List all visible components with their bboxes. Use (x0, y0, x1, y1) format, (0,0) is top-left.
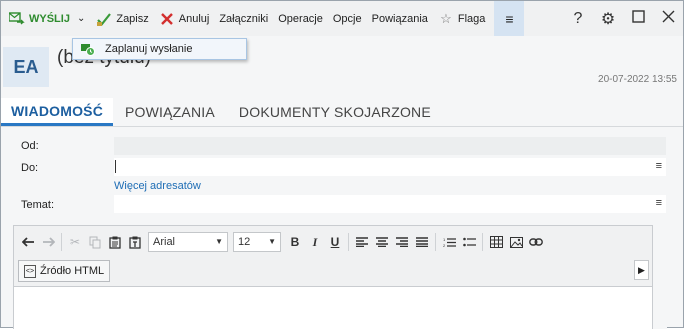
message-date: 20-07-2022 13:55 (598, 74, 677, 85)
star-icon: ☆ (440, 10, 452, 26)
schedule-send-menu-item[interactable]: Zaplanuj wysłanie (105, 43, 192, 55)
send-options-dropdown: Zaplanuj wysłanie (72, 38, 247, 60)
settings-button[interactable]: ⚙ (593, 1, 623, 36)
subject-field-menu-icon[interactable]: ≡ (656, 197, 662, 209)
compose-window: WYŚLIJ ⌄ Zapisz Anuluj Załączniki Operac… (0, 0, 684, 330)
paste-text-icon[interactable] (125, 232, 145, 252)
html-source-button[interactable]: <> Źródło HTML (18, 260, 111, 282)
font-size-select[interactable]: 12 ▼ (233, 232, 281, 252)
svg-text:2: 2 (443, 243, 446, 248)
tab-relations[interactable]: POWIĄZANIA (113, 98, 227, 126)
paste-icon[interactable] (105, 232, 125, 252)
more-recipients-link[interactable]: Więcej adresatów (114, 180, 201, 192)
subject-label: Temat: (21, 199, 55, 211)
from-field[interactable] (114, 137, 666, 155)
source-code-icon: <> (24, 264, 36, 278)
save-button[interactable]: Zapisz (91, 1, 153, 36)
align-left-icon[interactable] (352, 232, 372, 252)
send-button[interactable]: WYŚLIJ (1, 1, 75, 36)
attachments-label: Załączniki (219, 12, 269, 25)
svg-text:1: 1 (443, 237, 446, 242)
tab-bar: WIADOMOŚĆ POWIĄZANIA DOKUMENTY SKOJARZON… (1, 98, 683, 127)
play-icon: ▶ (638, 264, 645, 275)
text-caret (115, 160, 116, 173)
html-source-label: Źródło HTML (40, 265, 105, 277)
avatar: EA (3, 47, 49, 87)
operations-label: Operacje (278, 12, 323, 25)
redo-icon[interactable] (38, 232, 58, 252)
more-menu-button[interactable]: ≡ (494, 1, 525, 36)
to-field-menu-icon[interactable]: ≡ (656, 160, 662, 172)
font-family-value: Arial (153, 236, 176, 248)
to-field[interactable]: ≡ (114, 158, 666, 176)
underline-button[interactable]: U (325, 232, 345, 252)
gear-icon: ⚙ (600, 10, 616, 28)
editor-toolbar-row-2: <> Źródło HTML (18, 260, 111, 282)
save-label: Zapisz (116, 12, 149, 25)
align-right-icon[interactable] (392, 232, 412, 252)
relations-button[interactable]: Powiązania (367, 1, 433, 36)
toolbar-separator (482, 233, 483, 251)
send-label: WYŚLIJ (29, 12, 70, 25)
from-label: Od: (21, 140, 39, 152)
font-family-select[interactable]: Arial ▼ (148, 232, 228, 252)
align-justify-icon[interactable] (412, 232, 432, 252)
editor-body[interactable] (14, 286, 652, 330)
window-controls: ? ⚙ (563, 1, 683, 36)
toolbar-separator (348, 233, 349, 251)
chevron-down-icon: ▼ (215, 237, 223, 246)
link-icon[interactable] (526, 232, 546, 252)
save-icon (96, 11, 112, 27)
hamburger-icon: ≡ (505, 10, 514, 27)
table-icon[interactable] (486, 232, 506, 252)
align-center-icon[interactable] (372, 232, 392, 252)
image-icon[interactable] (506, 232, 526, 252)
attachments-button[interactable]: Załączniki (214, 1, 273, 36)
flag-button[interactable]: ☆ Flaga (433, 1, 491, 36)
html-editor: ✂ Arial ▼ 12 ▼ B I U 1 2 <> Źródło HTML … (13, 225, 653, 330)
font-size-value: 12 (238, 236, 251, 248)
help-button[interactable]: ? (563, 1, 593, 36)
cancel-icon (159, 11, 175, 27)
bullet-list-icon[interactable] (459, 232, 479, 252)
relations-label: Powiązania (371, 12, 428, 25)
toolbar-more-button[interactable]: ▶ (634, 260, 649, 280)
maximize-button[interactable] (623, 1, 653, 36)
operations-button[interactable]: Operacje (273, 1, 328, 36)
options-button[interactable]: Opcje (328, 1, 367, 36)
chevron-down-icon: ⌄ (76, 13, 86, 24)
cancel-label: Anuluj (178, 12, 210, 25)
chevron-down-icon: ▼ (268, 237, 276, 246)
tab-message[interactable]: WIADOMOŚĆ (1, 98, 114, 126)
italic-button[interactable]: I (305, 232, 325, 252)
editor-toolbar-row-1: ✂ Arial ▼ 12 ▼ B I U 1 2 (18, 232, 546, 252)
send-icon (9, 11, 25, 27)
flag-label: Flaga (457, 12, 486, 25)
toolbar-separator (61, 233, 62, 251)
toolbar-separator (435, 233, 436, 251)
send-options-chevron[interactable]: ⌄ (75, 1, 91, 36)
close-icon (662, 10, 675, 28)
maximize-icon (631, 9, 645, 28)
close-button[interactable] (653, 1, 683, 36)
undo-icon[interactable] (18, 232, 38, 252)
toolbar: WYŚLIJ ⌄ Zapisz Anuluj Załączniki Operac… (1, 1, 683, 36)
options-label: Opcje (332, 12, 362, 25)
cut-icon[interactable]: ✂ (65, 232, 85, 252)
copy-icon[interactable] (85, 232, 105, 252)
help-icon: ? (573, 9, 583, 27)
subject-field[interactable]: ≡ (114, 195, 666, 213)
numbered-list-icon[interactable]: 12 (439, 232, 459, 252)
schedule-send-icon (81, 42, 95, 56)
to-label: Do: (21, 162, 39, 174)
scrollbar[interactable] (653, 225, 667, 329)
bold-button[interactable]: B (285, 232, 305, 252)
cancel-button[interactable]: Anuluj (154, 1, 215, 36)
tab-linked-documents[interactable]: DOKUMENTY SKOJARZONE (227, 98, 443, 126)
